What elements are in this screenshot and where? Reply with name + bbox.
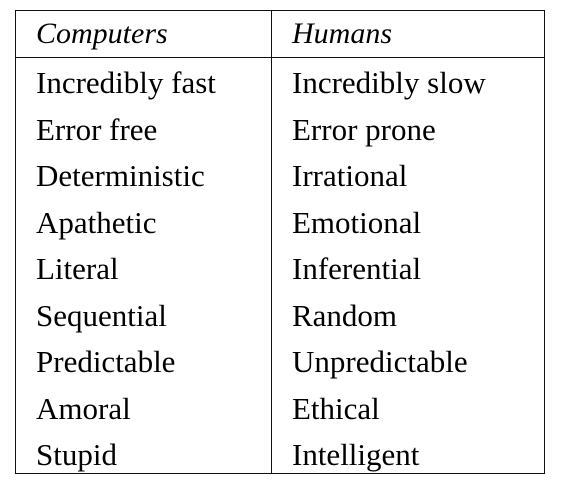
table-row: Amoral Ethical (16, 387, 544, 434)
table-row: Incredibly fast Incredibly slow (16, 61, 544, 108)
comparison-table: Computers Humans Incredibly fast Incredi… (15, 10, 545, 474)
computers-cell: Sequential (36, 297, 167, 333)
computers-cell: Predictable (36, 344, 176, 379)
humans-cell: Emotional (292, 204, 422, 240)
header-humans: Humans (292, 17, 393, 50)
header-rule (16, 57, 544, 58)
humans-cell: Irrational (292, 158, 408, 193)
computers-cell: Apathetic (36, 204, 157, 240)
table-row: Apathetic Emotional (16, 201, 544, 248)
table-row: Predictable Unpredictable (16, 340, 544, 387)
table-row: Literal Inferential (16, 247, 544, 294)
computers-cell: Stupid (36, 437, 117, 472)
humans-cell: Unpredictable (292, 344, 468, 379)
computers-cell: Literal (36, 251, 119, 286)
computers-cell: Deterministic (36, 158, 205, 193)
humans-cell: Ethical (292, 390, 380, 426)
computers-cell: Incredibly fast (36, 65, 216, 100)
table-row: Error free Error prone (16, 108, 544, 155)
humans-cell: Random (292, 297, 398, 333)
computers-cell: Error free (36, 111, 158, 147)
table-row: Stupid Intelligent (16, 433, 544, 480)
computers-cell: Amoral (36, 390, 131, 426)
table-body: Incredibly fast Incredibly slow Error fr… (16, 61, 544, 480)
humans-cell: Incredibly slow (292, 65, 486, 100)
table-row: Deterministic Irrational (16, 154, 544, 201)
header-computers: Computers (36, 17, 168, 50)
table-row: Sequential Random (16, 294, 544, 341)
humans-cell: Intelligent (292, 437, 420, 472)
humans-cell: Inferential (292, 251, 422, 286)
humans-cell: Error prone (292, 111, 436, 147)
